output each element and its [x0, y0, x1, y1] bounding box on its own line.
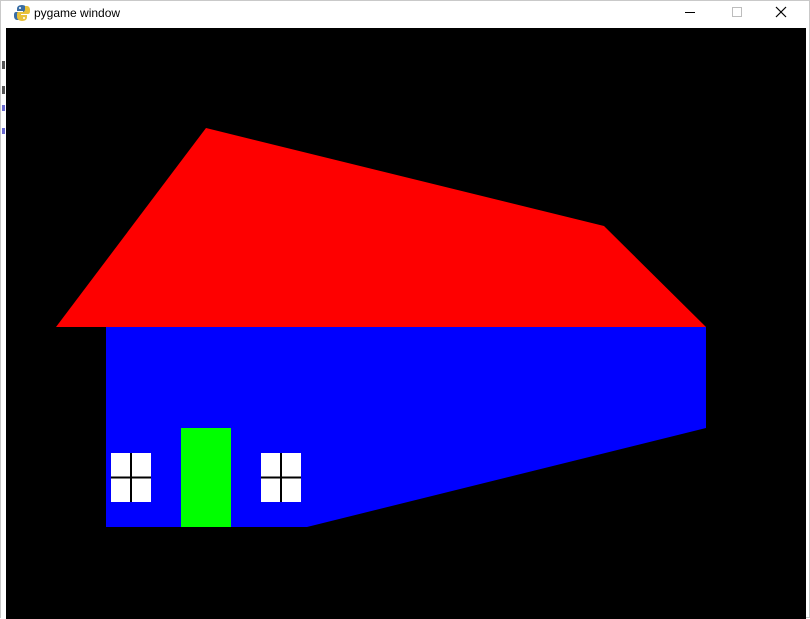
house-scene	[6, 28, 806, 619]
minimize-button[interactable]	[667, 1, 713, 27]
title-bar[interactable]: pygame window	[1, 1, 809, 27]
close-button[interactable]	[758, 1, 804, 27]
door	[181, 428, 231, 527]
pygame-snake-icon	[13, 4, 31, 22]
right-window	[261, 453, 301, 502]
left-window	[111, 453, 151, 502]
window-title: pygame window	[34, 6, 121, 20]
minimize-icon	[685, 12, 695, 13]
maximize-button[interactable]	[713, 1, 759, 27]
pygame-window: pygame window	[0, 0, 810, 619]
maximize-icon	[732, 7, 742, 17]
game-canvas[interactable]	[6, 28, 806, 619]
close-icon	[775, 6, 787, 18]
